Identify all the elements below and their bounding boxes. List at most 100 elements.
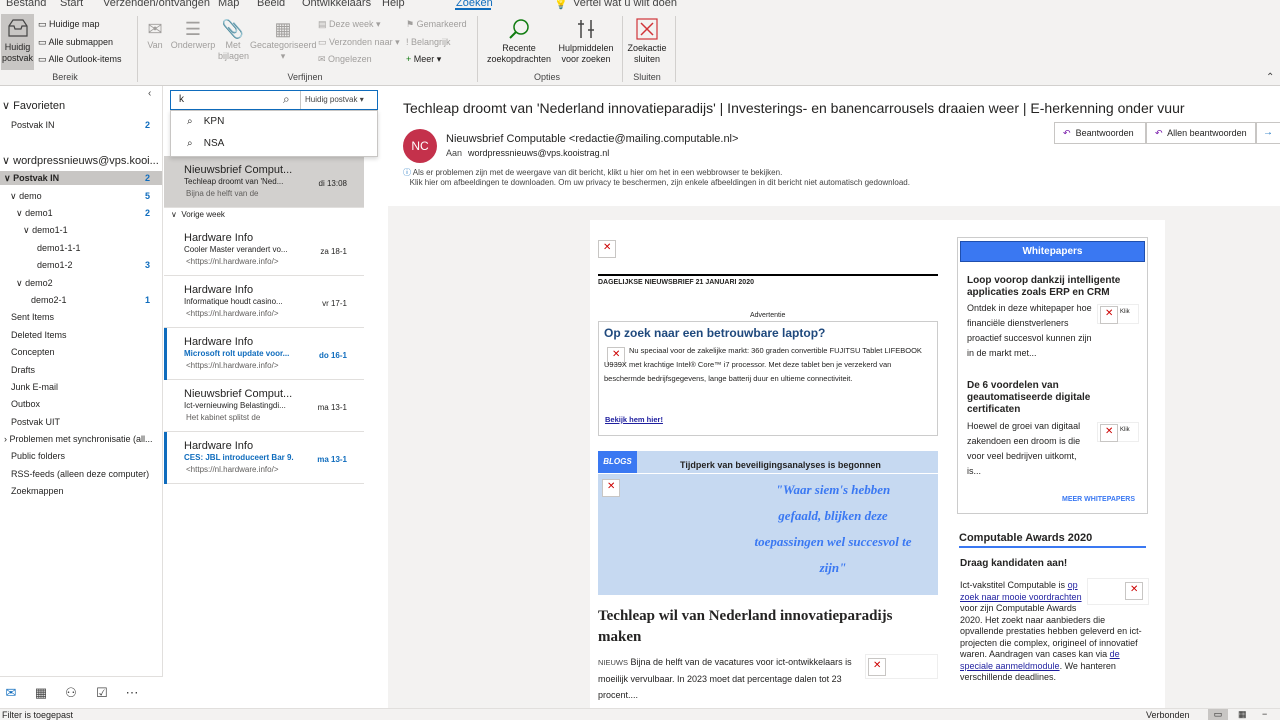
wp1-body: Ontdek in deze whitepaper hoe financiële… xyxy=(967,303,1092,358)
folder-sent[interactable]: Sent Items xyxy=(11,312,54,322)
folder-junk[interactable]: Junk E-mail xyxy=(11,382,58,392)
wp2-title[interactable]: De 6 voordelen van geautomatiseerde digi… xyxy=(967,380,1127,416)
all-subfolders-button[interactable]: ▭ Alle submappen xyxy=(38,37,113,48)
suggestion-item[interactable]: ⌕ KPN xyxy=(187,116,224,127)
tab-map[interactable]: Map xyxy=(218,0,239,9)
chevron-down-icon: ∨ xyxy=(2,155,11,167)
from-icon: ✉ xyxy=(147,19,163,39)
fav-inbox[interactable]: Postvak IN xyxy=(11,120,55,130)
folder-rss[interactable]: RSS-feeds (alleen deze computer) xyxy=(11,469,149,479)
to-label: Aan xyxy=(446,148,463,158)
close-search-button[interactable]: Zoekactie sluiten xyxy=(624,18,670,65)
list-item[interactable]: Nieuwsbrief Comput... Ict-vernieuwing Be… xyxy=(164,380,364,432)
folder-demo1[interactable]: ∨ demo1 xyxy=(16,208,53,219)
folder-inbox[interactable]: ∨ Postvak IN xyxy=(4,173,59,184)
forward-button[interactable]: → xyxy=(1256,122,1280,144)
ad-box: Op zoek naar een betrouwbare laptop? Nu … xyxy=(598,321,938,436)
list-item[interactable]: Hardware Info CES: JBL introduceert Bar … xyxy=(164,432,364,484)
search-tools-button[interactable]: Hulpmiddelen voor zoeken xyxy=(556,18,616,65)
folder-postvak-uit[interactable]: Postvak UIT xyxy=(11,417,60,427)
folder-demo2[interactable]: ∨ demo2 xyxy=(16,278,53,289)
tab-verzenden[interactable]: Verzenden/ontvangen xyxy=(103,0,210,9)
article-title[interactable]: Techleap wil van Nederland innovatiepara… xyxy=(598,606,898,648)
wp2-image[interactable]: Klik xyxy=(1097,422,1139,442)
tab-start[interactable]: Start xyxy=(60,0,83,9)
ribbon-tabs: Bestand Start Verzenden/ontvangen Map Be… xyxy=(0,0,1280,12)
more-whitepapers-link[interactable]: MEER WHITEPAPERS xyxy=(1062,496,1135,503)
message-from[interactable]: Nieuwsbrief Computable <redactie@mailing… xyxy=(446,133,738,145)
folder-demo[interactable]: ∨ demo xyxy=(10,191,42,202)
from-button[interactable]: ✉ Van xyxy=(141,18,169,51)
favorites-header[interactable]: ∨ Favorieten xyxy=(2,99,65,112)
list-item[interactable]: Hardware Info Informatique houdt casino.… xyxy=(164,276,364,328)
tasks-icon[interactable]: ☑ xyxy=(94,685,110,701)
reply-button[interactable]: ↶ Beantwoorden xyxy=(1054,122,1146,144)
article-image xyxy=(865,654,938,679)
normal-view-icon[interactable]: ▭ xyxy=(1208,709,1228,720)
collapse-pane-icon[interactable]: ‹ xyxy=(148,88,151,99)
blog-title[interactable]: Tijdperk van beveiligingsanalyses is beg… xyxy=(680,460,881,470)
whitepapers-box: Whitepapers Loop voorop dankzij intellig… xyxy=(957,237,1148,514)
folder-public[interactable]: Public folders xyxy=(11,451,65,461)
list-item[interactable]: Nieuwsbrief Comput... Techleap droomt va… xyxy=(164,156,364,208)
calendar-icon[interactable]: ▦ xyxy=(33,685,49,701)
folder-demo1-1-1[interactable]: demo1-1-1 xyxy=(37,243,81,253)
folder-sync-problems[interactable]: › Problemen met synchronisatie (all... xyxy=(4,434,153,444)
current-mailbox-button[interactable]: Huidig postvak xyxy=(1,14,34,70)
current-folder-button[interactable]: ▭ Huidige map xyxy=(38,19,100,30)
tab-help[interactable]: Help xyxy=(382,0,405,9)
more-dropdown[interactable]: + Meer ▾ xyxy=(406,54,441,65)
list-item[interactable]: Hardware Info Cooler Master verandert vo… xyxy=(164,224,364,276)
demo2-1-count: 1 xyxy=(144,295,150,305)
folder-drafts[interactable]: Drafts xyxy=(11,365,35,375)
wp1-image[interactable]: Klik xyxy=(1097,304,1139,324)
group-header[interactable]: ∨ Vorige week xyxy=(171,210,225,219)
has-attachments-button[interactable]: 📎 Met bijlagen xyxy=(218,18,249,62)
folder-demo2-1[interactable]: demo2-1 xyxy=(31,295,67,305)
tools-icon xyxy=(578,20,594,38)
blog-quote[interactable]: "Waar siem's hebben gefaald, blijken dez… xyxy=(753,477,913,581)
dateline: DAGELIJKSE NIEUWSBRIEF 21 JANUARI 2020 xyxy=(598,279,754,286)
paperclip-icon: 📎 xyxy=(221,19,245,39)
message-to[interactable]: wordpressnieuws@vps.kooistrag.nl xyxy=(468,148,609,158)
all-outlook-items-button[interactable]: ▭ Alle Outlook-items xyxy=(38,54,122,65)
mail-icon[interactable]: ✉ xyxy=(3,685,19,701)
tab-ontwikkelaars[interactable]: Ontwikkelaars xyxy=(302,0,371,9)
folder-demo1-2[interactable]: demo1-2 xyxy=(37,260,73,270)
more-icon[interactable]: ⋯ xyxy=(124,685,140,701)
tell-me-box[interactable]: Vertel wat u wilt doen xyxy=(573,0,677,9)
folder-search[interactable]: Zoekmappen xyxy=(11,486,64,496)
folder-concepten[interactable]: Concepten xyxy=(11,347,55,357)
this-week-dropdown[interactable]: ▤ Deze week ▾ xyxy=(318,19,381,30)
zoom-out-icon[interactable]: − xyxy=(1262,709,1267,719)
wp1-title[interactable]: Loop voorop dankzij intelligente applica… xyxy=(967,275,1127,299)
search-input[interactable]: k xyxy=(179,94,184,105)
search-scope-dropdown[interactable]: Huidig postvak ▾ xyxy=(305,95,364,104)
collapse-ribbon-icon[interactable]: ⌃ xyxy=(1266,72,1274,83)
flagged-button[interactable]: ⚑ Gemarkeerd xyxy=(406,19,467,30)
tab-bestand[interactable]: Bestand xyxy=(6,0,46,9)
sent-to-dropdown[interactable]: ▭ Verzonden naar ▾ xyxy=(318,37,400,48)
account-header[interactable]: ∨ wordpressnieuws@vps.kooi... xyxy=(2,154,159,167)
folder-outbox[interactable]: Outbox xyxy=(11,399,40,409)
list-item[interactable]: Hardware Info Microsoft rolt update voor… xyxy=(164,328,364,380)
info-bar[interactable]: ⓘ Als er problemen zijn met de weergave … xyxy=(403,168,910,188)
reading-view-icon[interactable]: ▦ xyxy=(1238,709,1247,720)
unread-button[interactable]: ✉ Ongelezen xyxy=(318,54,372,65)
search-box: k ⌕ Huidig postvak ▾ xyxy=(170,90,378,110)
people-icon[interactable]: ⚇ xyxy=(63,685,79,701)
demo-count: 5 xyxy=(144,191,150,201)
tab-beeld[interactable]: Beeld xyxy=(257,0,285,9)
demo1-count: 2 xyxy=(144,208,150,218)
suggestion-item[interactable]: ⌕ NSA xyxy=(187,138,224,149)
ad-title[interactable]: Op zoek naar een betrouwbare laptop? xyxy=(604,326,825,340)
reply-all-button[interactable]: ↶ Allen beantwoorden xyxy=(1146,122,1256,144)
subject-button[interactable]: ☰ Onderwerp xyxy=(170,18,216,51)
folder-demo1-1[interactable]: ∨ demo1-1 xyxy=(23,225,68,236)
recent-searches-button[interactable]: Recente zoekopdrachten xyxy=(482,18,556,65)
search-icon[interactable]: ⌕ xyxy=(283,92,290,107)
folder-deleted[interactable]: Deleted Items xyxy=(11,330,67,340)
important-button[interactable]: ! Belangrijk xyxy=(406,37,451,48)
ad-link[interactable]: Bekijk hem hier! xyxy=(605,415,663,424)
categorized-button[interactable]: ▦ Gecategoriseerd ▾ xyxy=(250,18,317,62)
